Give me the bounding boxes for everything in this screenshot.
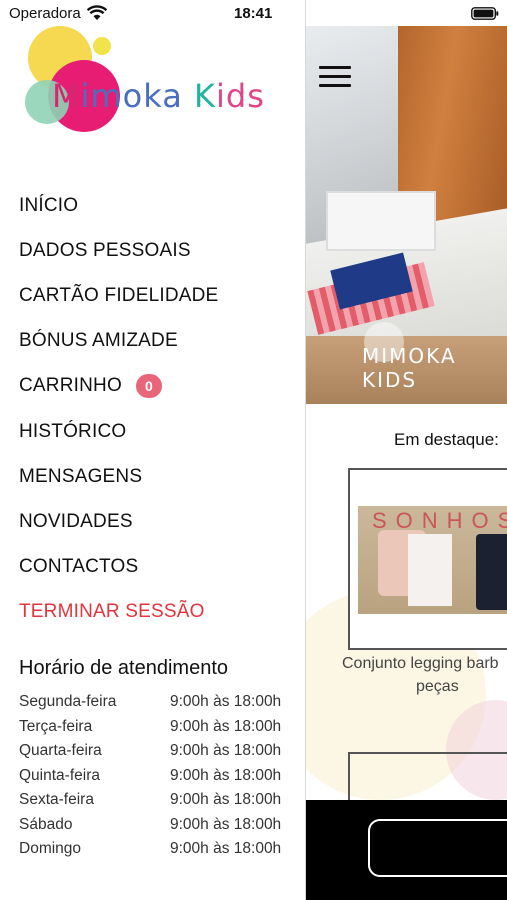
bottom-action-button[interactable]: [368, 819, 507, 877]
menu-item-label: MENSAGENS: [19, 465, 143, 487]
hours-row: Sexta-feira 9:00h às 18:00h: [19, 791, 291, 816]
product-card[interactable]: SONHOS: [348, 468, 507, 650]
logo-letter-k: K: [194, 77, 216, 115]
menu-item-cartao-fidelidade[interactable]: CARTÃO FIDELIDADE: [19, 273, 218, 318]
menu-item-label: CARRINHO: [19, 375, 122, 397]
hours-row: Quarta-feira 9:00h às 18:00h: [19, 742, 291, 767]
menu-item-label: CARTÃO FIDELIDADE: [19, 284, 219, 306]
hours-day: Quarta-feira: [19, 742, 102, 759]
cart-count-badge: 0: [135, 374, 162, 399]
hours-day: Sexta-feira: [19, 791, 94, 808]
hours-time: 9:00h às 18:00h: [170, 791, 282, 808]
menu-item-historico[interactable]: HISTÓRICO: [19, 409, 218, 454]
hours-row: Quinta-feira 9:00h às 18:00h: [19, 767, 291, 792]
hamburger-menu-icon[interactable]: [319, 66, 351, 90]
hero-tray: [326, 191, 436, 251]
menu-item-mensagens[interactable]: MENSAGENS: [19, 454, 218, 499]
menu-item-label: CONTACTOS: [19, 556, 139, 578]
menu-item-label: HISTÓRICO: [19, 420, 127, 442]
hours-day: Quinta-feira: [19, 766, 100, 784]
product-image: SONHOS: [358, 506, 507, 614]
hours-row: Terça-feira 9:00h às 18:00h: [19, 718, 291, 743]
menu-item-bonus-amizade[interactable]: BÓNUS AMIZADE: [19, 319, 218, 364]
menu-item-carrinho[interactable]: CARRINHO 0: [19, 364, 218, 409]
logo-word-imoka: imoka: [80, 77, 194, 115]
status-time: 18:41: [234, 5, 273, 22]
menu-item-label: BÓNUS AMIZADE: [19, 330, 178, 352]
product-title[interactable]: Conjunto legging barb peças: [342, 652, 499, 698]
product-shirt: [408, 534, 452, 606]
hours-time: 9:00h às 18:00h: [170, 766, 282, 784]
featured-label: Em destaque:: [394, 430, 499, 449]
product-title-line1: Conjunto legging barb: [342, 655, 499, 672]
menu-item-novidades[interactable]: NOVIDADES: [19, 499, 218, 544]
hours-time: 9:00h às 18:00h: [170, 815, 282, 833]
mimoka-kids-logo: Mimoka Kids: [22, 24, 265, 134]
battery-icon: [471, 7, 499, 20]
hours-row: Segunda-feira 9:00h às 18:00h: [19, 693, 291, 718]
menu-item-label: NOVIDADES: [19, 510, 133, 532]
opening-hours-title: Horário de atendimento: [19, 657, 229, 679]
hours-time: 9:00h às 18:00h: [170, 717, 282, 735]
logo-word-ids: ids: [215, 77, 265, 115]
drawer-menu: INÍCIO DADOS PESSOAIS CARTÃO FIDELIDADE …: [19, 183, 218, 635]
menu-item-label: INÍCIO: [19, 194, 79, 216]
main-content: MIMOKA KIDS Em destaque: SONHOS Conjunto…: [305, 0, 507, 900]
product-legging: [476, 534, 507, 610]
hours-day: Domingo: [19, 840, 82, 857]
menu-item-label: TERMINAR SESSÃO: [19, 601, 205, 623]
hours-time: 9:00h às 18:00h: [170, 840, 282, 857]
app-screen: MIMOKA KIDS Em destaque: SONHOS Conjunto…: [0, 0, 507, 900]
hero-logo: MIMOKA KIDS: [362, 344, 457, 392]
logo-letter-m: M: [52, 77, 81, 115]
hours-day: Segunda-feira: [19, 693, 117, 710]
menu-item-inicio[interactable]: INÍCIO: [19, 183, 218, 228]
side-drawer: Mimoka Kids INÍCIO DADOS PESSOAIS CARTÃO…: [0, 0, 305, 900]
status-bar: Operadora 18:41: [0, 0, 507, 26]
menu-item-dados-pessoais[interactable]: DADOS PESSOAIS: [19, 228, 218, 273]
hours-time: 9:00h às 18:00h: [170, 742, 282, 759]
logout-menu-item[interactable]: TERMINAR SESSÃO: [19, 590, 218, 635]
opening-hours-table: Segunda-feira 9:00h às 18:00h Terça-feira…: [19, 693, 291, 865]
hours-row: Sábado 9:00h às 18:00h: [19, 816, 291, 841]
hours-day: Terça-feira: [19, 717, 93, 735]
bottom-bar: [306, 800, 507, 900]
hours-time: 9:00h às 18:00h: [170, 693, 282, 710]
wifi-icon: [87, 5, 107, 20]
logo-text: Mimoka Kids: [52, 77, 265, 115]
carrier-label: Operadora: [9, 5, 81, 22]
product-title-line2: peças: [416, 678, 459, 696]
hero-image: MIMOKA KIDS: [306, 26, 507, 404]
menu-item-label: DADOS PESSOAIS: [19, 239, 191, 261]
menu-item-contactos[interactable]: CONTACTOS: [19, 545, 218, 590]
hours-day: Sábado: [19, 815, 73, 833]
hours-row: Domingo 9:00h às 18:00h: [19, 840, 291, 865]
